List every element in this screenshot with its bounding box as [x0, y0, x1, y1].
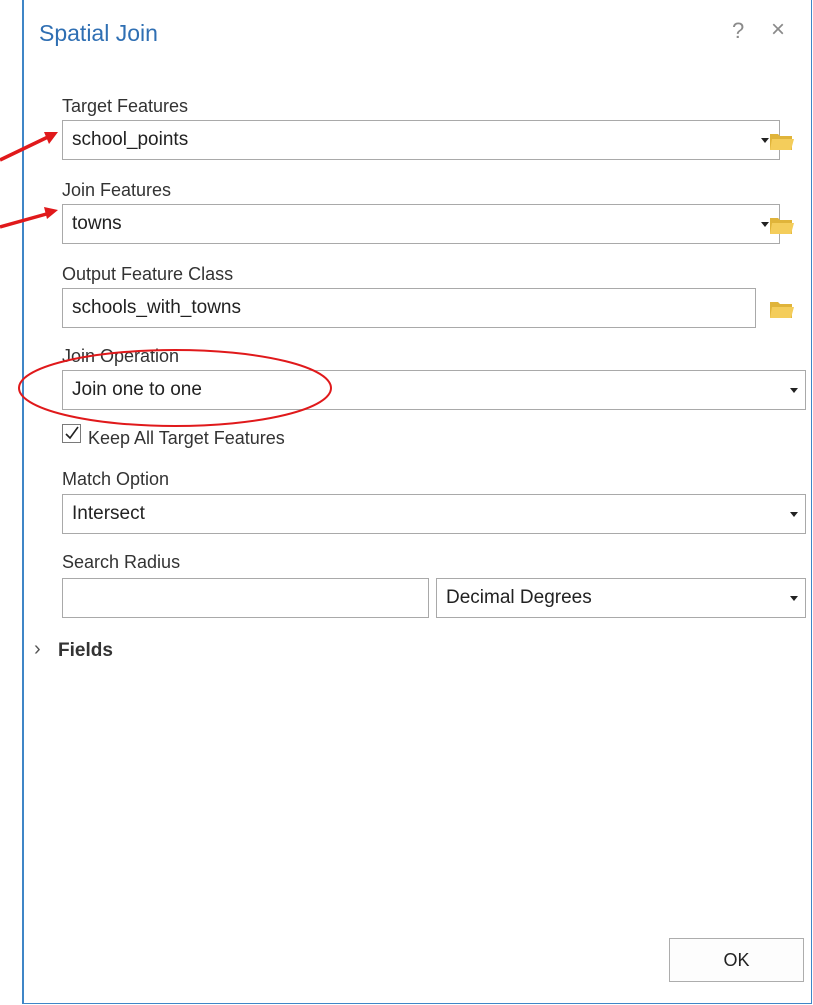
- red-ellipse-join-operation: [18, 349, 332, 427]
- red-arrow-target-features: [0, 132, 58, 162]
- red-arrow-join-features: [0, 207, 58, 229]
- annotation-overlay: [0, 132, 332, 427]
